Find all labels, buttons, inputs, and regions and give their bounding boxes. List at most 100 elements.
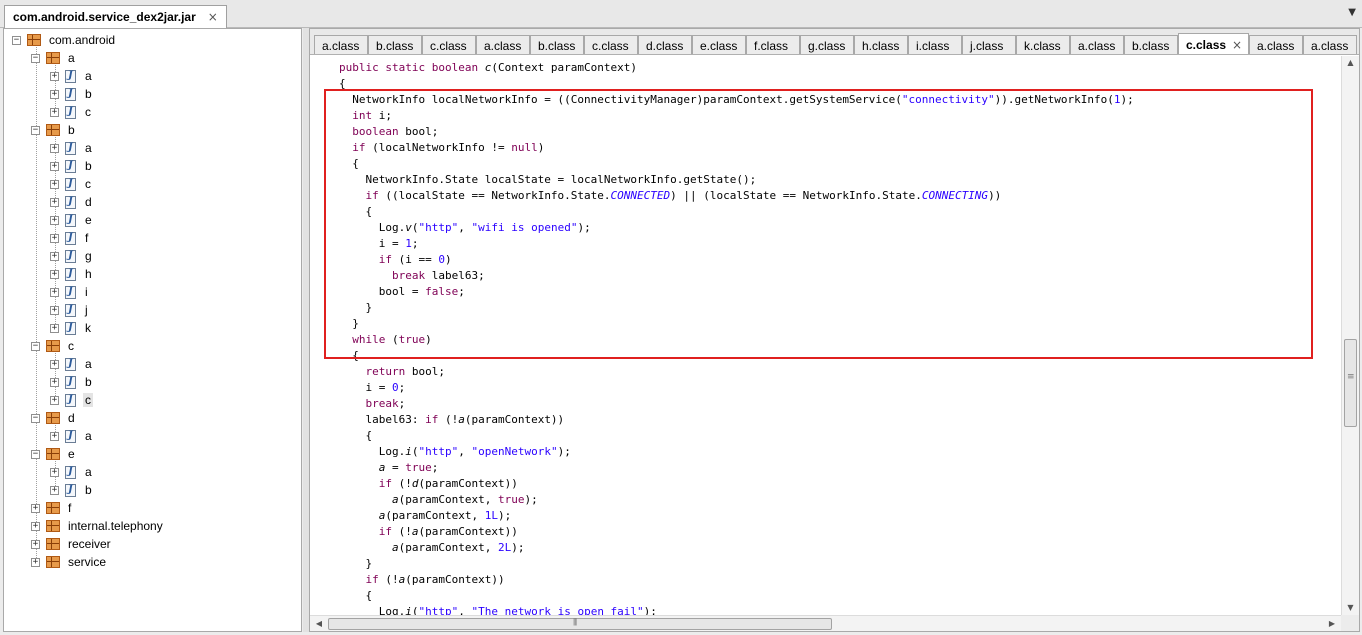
class-tab-b-class[interactable]: b.class [368,35,422,54]
scroll-left-icon[interactable]: ◀ [312,616,326,631]
tree-class-j[interactable]: + j [50,301,90,319]
expand-icon[interactable]: + [31,521,40,531]
expand-icon[interactable]: + [50,377,59,387]
class-tab-e-class[interactable]: e.class [692,35,746,54]
expand-icon[interactable]: + [50,161,59,171]
expand-icon[interactable]: + [50,179,59,189]
tree-package-f[interactable]: + f [31,499,73,517]
close-tab-icon[interactable]: × [1232,38,1242,52]
expand-icon[interactable]: + [50,71,59,81]
class-tab-label: i.class [916,38,950,53]
tree-package-internal-telephony[interactable]: + internal.telephony [31,517,165,535]
collapse-icon[interactable]: − [31,125,40,135]
class-tab-b-class[interactable]: b.class [1124,35,1178,54]
tree-package-b[interactable]: − b [31,121,77,139]
horizontal-scrollbar[interactable]: ◀ ▶ [310,615,1341,631]
window-menu-icon[interactable]: ▼ [1348,7,1356,18]
expand-icon[interactable]: + [31,539,40,549]
expand-icon[interactable]: + [50,359,59,369]
tree-class-e[interactable]: +e [50,211,94,229]
collapse-icon[interactable]: − [31,413,40,423]
tree-class-a[interactable]: +a [50,67,94,85]
horizontal-scroll-thumb[interactable] [328,617,832,630]
tree-class-a[interactable]: +a [50,427,94,445]
tree-package-receiver[interactable]: + receiver [31,535,113,553]
tree-class-a[interactable]: +a [50,139,94,157]
tree-package-service[interactable]: + service [31,553,108,571]
tree-class-b[interactable]: +b [50,85,94,103]
code-line: } [339,300,372,316]
tree-class-a[interactable]: +a [50,355,94,373]
tree-class-f[interactable]: +f [50,229,90,247]
expand-icon[interactable]: + [50,269,59,279]
tree-package-e[interactable]: − e [31,445,77,463]
class-tab-k-class[interactable]: k.class [1016,35,1070,54]
tree-package-com-android[interactable]: − com.android [12,31,117,49]
collapse-icon[interactable]: − [31,53,40,63]
class-tab-d-class[interactable]: d.class [638,35,692,54]
code-line: { [339,428,372,444]
tree-class-k[interactable]: +k [50,319,93,337]
tree-class-c[interactable]: +c [50,103,93,121]
expand-icon[interactable]: + [50,467,59,477]
collapse-icon[interactable]: − [12,35,21,45]
package-icon [46,538,60,550]
class-tab-c-class[interactable]: c.class × [1178,33,1249,54]
class-tab-c-class[interactable]: c.class [422,35,476,54]
tree-item-label: b [85,87,92,101]
tree-class-a[interactable]: +a [50,463,94,481]
tree-package-d[interactable]: − d [31,409,77,427]
tree-package-a[interactable]: − a [31,49,77,67]
expand-icon[interactable]: + [50,323,59,333]
tree-item-label: b [85,159,92,173]
tree-class-b[interactable]: +b [50,157,94,175]
expand-icon[interactable]: + [50,485,59,495]
expand-icon[interactable]: + [31,503,40,513]
vertical-scrollbar[interactable]: ▲ ▼ [1341,56,1359,615]
tree-class-i[interactable]: +i [50,283,90,301]
close-icon[interactable]: × [208,10,218,24]
collapse-icon[interactable]: − [31,341,40,351]
expand-icon[interactable]: + [50,89,59,99]
expand-icon[interactable]: + [50,197,59,207]
expand-icon[interactable]: + [50,431,59,441]
source-code-view[interactable]: public static boolean c(Context paramCon… [310,56,1341,615]
tree-class-h[interactable]: +h [50,265,94,283]
class-tab-c-class[interactable]: c.class [584,35,638,54]
expand-icon[interactable]: + [31,557,40,567]
class-tab-a-class[interactable]: a.class [1303,35,1357,54]
expand-icon[interactable]: + [50,395,59,405]
class-tab-a-class[interactable]: a.class [476,35,530,54]
class-tab-h-class[interactable]: h.class [854,35,908,54]
vertical-scroll-thumb[interactable] [1344,339,1357,427]
class-tab-a-class[interactable]: a.class [1249,35,1303,54]
tree-class-c[interactable]: +c [50,391,93,409]
class-tab-b-class[interactable]: b.class [530,35,584,54]
code-line: { [339,156,359,172]
class-tab-i-class[interactable]: i.class [908,35,962,54]
collapse-icon[interactable]: − [31,449,40,459]
file-tab-jar[interactable]: com.android.service_dex2jar.jar × [4,5,227,28]
scroll-up-icon[interactable]: ▲ [1342,56,1359,70]
expand-icon[interactable]: + [50,233,59,243]
tree-class-g[interactable]: +g [50,247,94,265]
scroll-down-icon[interactable]: ▼ [1342,601,1359,615]
scroll-right-icon[interactable]: ▶ [1325,616,1339,631]
class-tab-a-class[interactable]: a.class [314,35,368,54]
expand-icon[interactable]: + [50,107,59,117]
class-tab-j-class[interactable]: j.class [962,35,1016,54]
expand-icon[interactable]: + [50,251,59,261]
expand-icon[interactable]: + [50,215,59,225]
class-tab-a-class[interactable]: a.class [1070,35,1124,54]
expand-icon[interactable]: + [50,305,59,315]
class-tab-f-class[interactable]: f.class [746,35,800,54]
expand-icon[interactable]: + [50,143,59,153]
tree-class-b[interactable]: +b [50,373,94,391]
tree-package-c[interactable]: − c [31,337,76,355]
tree-class-d[interactable]: +d [50,193,94,211]
class-tab-g-class[interactable]: g.class [800,35,854,54]
tree-class-c[interactable]: +c [50,175,93,193]
tree-class-b[interactable]: +b [50,481,94,499]
expand-icon[interactable]: + [50,287,59,297]
